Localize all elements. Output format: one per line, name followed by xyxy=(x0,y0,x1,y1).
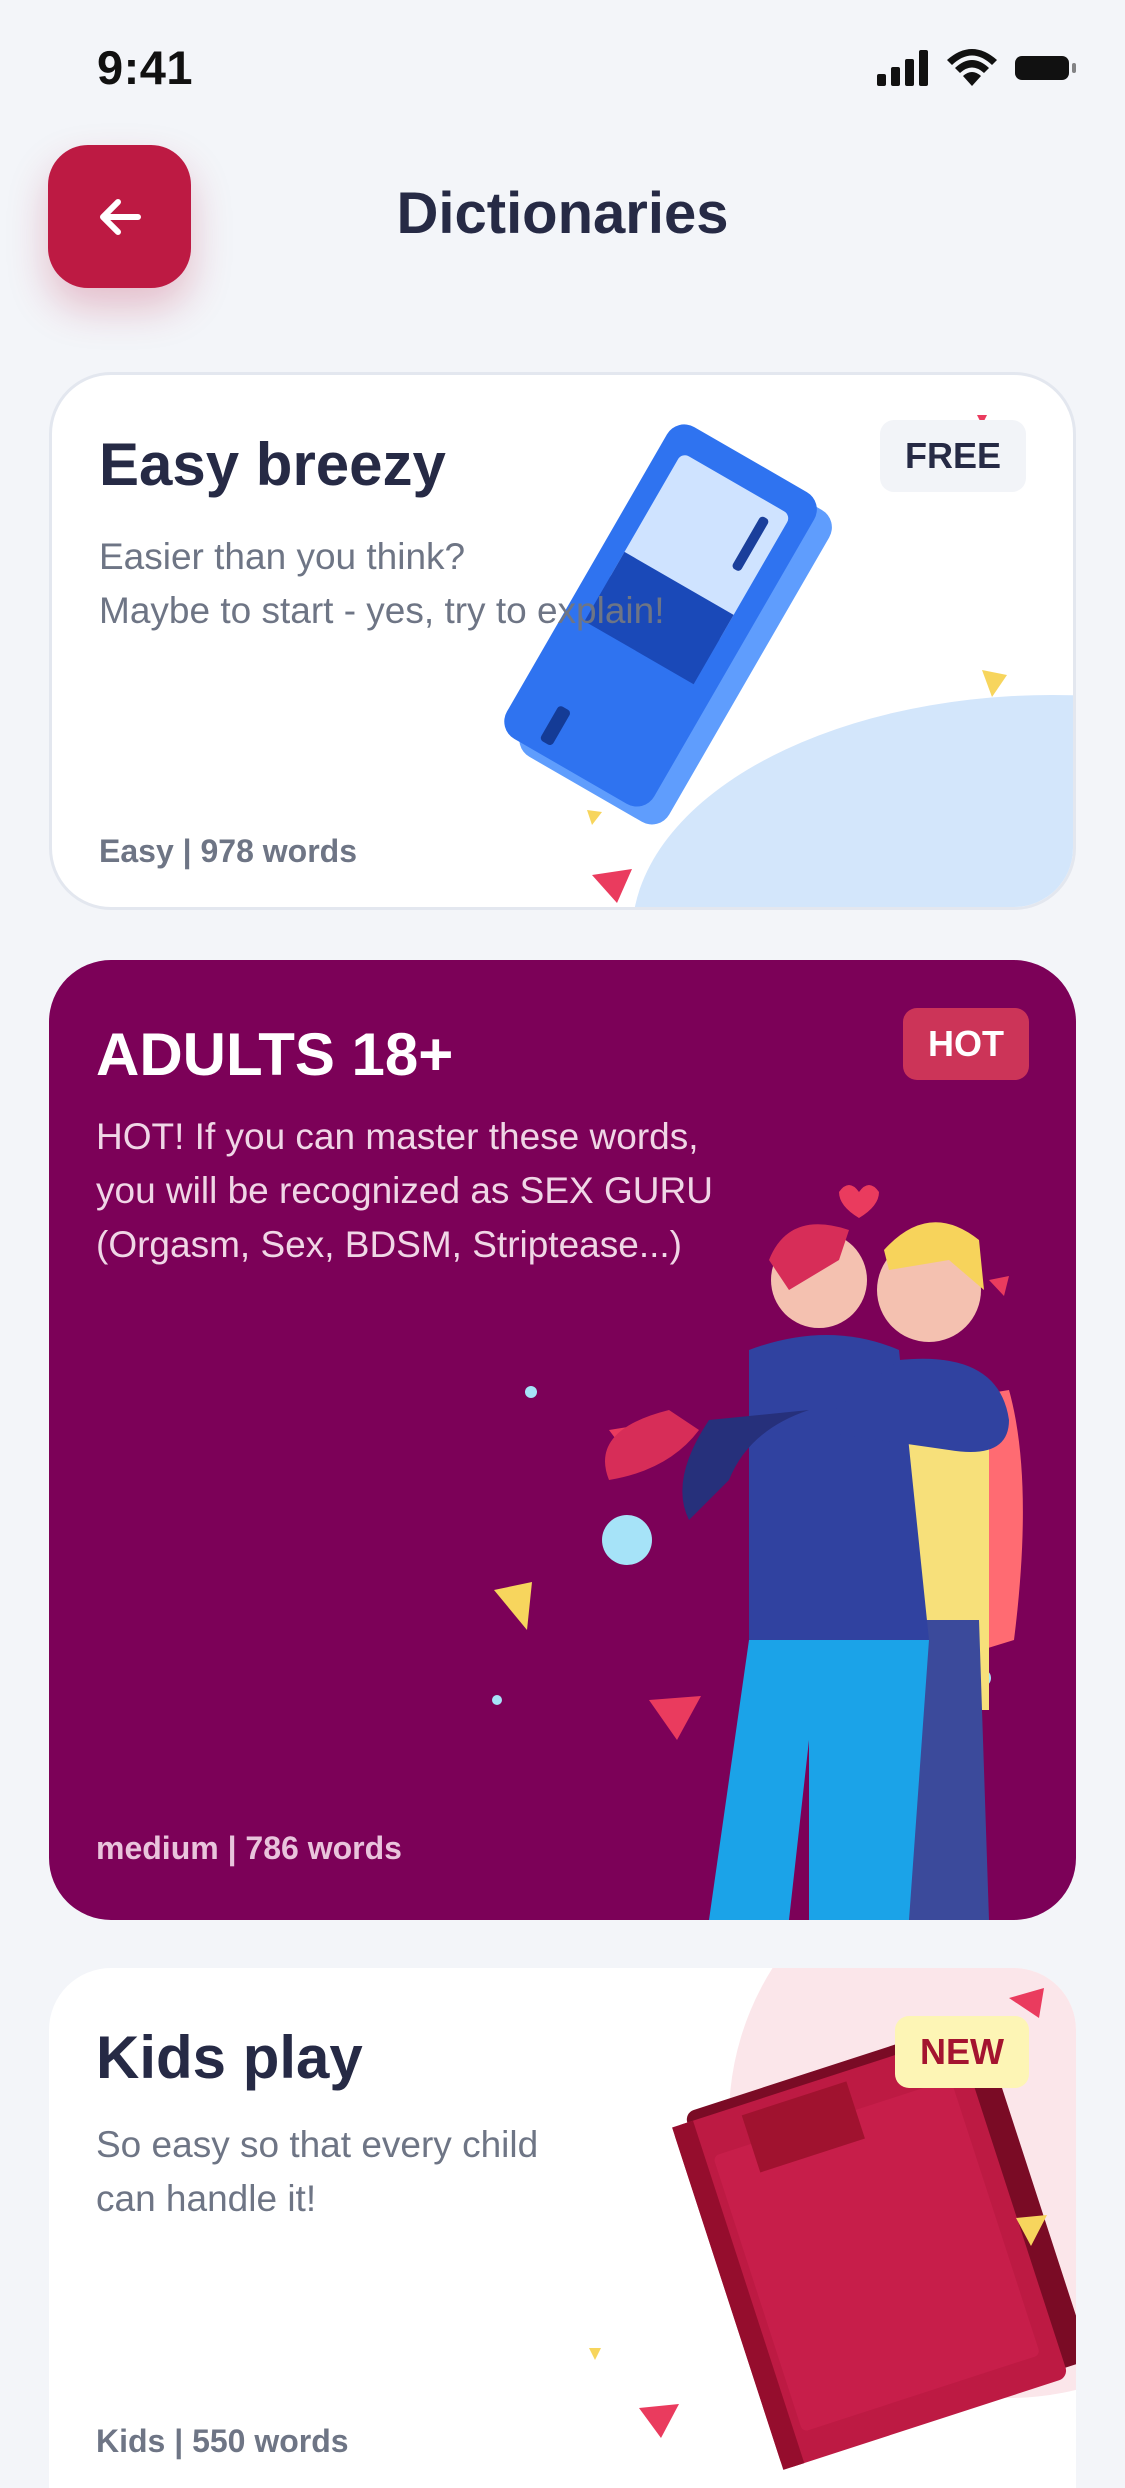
dictionary-card-adults[interactable]: ADULTS 18+ HOT! If you can master these … xyxy=(49,960,1076,1920)
confetti-shape xyxy=(982,670,1007,697)
new-badge: NEW xyxy=(895,2016,1029,2088)
card-description: HOT! If you can master these words, you … xyxy=(96,1116,713,1265)
confetti-shape xyxy=(589,2348,601,2360)
card-description: So easy so that every child can handle i… xyxy=(96,2124,539,2219)
confetti-shape xyxy=(639,2404,679,2438)
card-title: ADULTS 18+ xyxy=(96,1021,454,1088)
confetti-shape xyxy=(649,1696,701,1740)
confetti-shape xyxy=(989,1276,1009,1296)
confetti-shape xyxy=(492,1695,502,1705)
card-title: Kids play xyxy=(96,2024,363,2091)
confetti-shape xyxy=(602,1515,652,1565)
card-title: Easy breezy xyxy=(99,431,446,498)
confetti-shape xyxy=(592,869,632,903)
signal-icon xyxy=(877,50,928,86)
confetti-shape xyxy=(494,1582,532,1630)
free-badge: FREE xyxy=(879,420,1026,492)
wifi-icon xyxy=(947,49,997,86)
status-icons xyxy=(877,49,1076,86)
card-meta: Easy | 978 words xyxy=(99,833,357,869)
dictionary-card-easy-breezy[interactable]: Easy breezy Easier than you think? Maybe… xyxy=(49,372,1076,910)
card-meta: Kids | 550 words xyxy=(96,2423,349,2459)
card-description: Easier than you think? Maybe to start - … xyxy=(99,536,665,631)
confetti-shape xyxy=(525,1386,537,1398)
hot-badge: HOT xyxy=(903,1008,1029,1080)
dictionary-card-kids-play[interactable]: Kids play So easy so that every child ca… xyxy=(49,1968,1076,2488)
heart-icon xyxy=(839,1185,879,1218)
status-bar: 9:41 xyxy=(0,0,1125,135)
confetti-shape xyxy=(587,810,602,825)
couple-illustration xyxy=(492,1185,1023,1920)
page-title: Dictionaries xyxy=(396,181,729,246)
status-time: 9:41 xyxy=(97,41,194,94)
battery-icon xyxy=(1015,56,1076,80)
card-meta: medium | 786 words xyxy=(96,1830,402,1866)
